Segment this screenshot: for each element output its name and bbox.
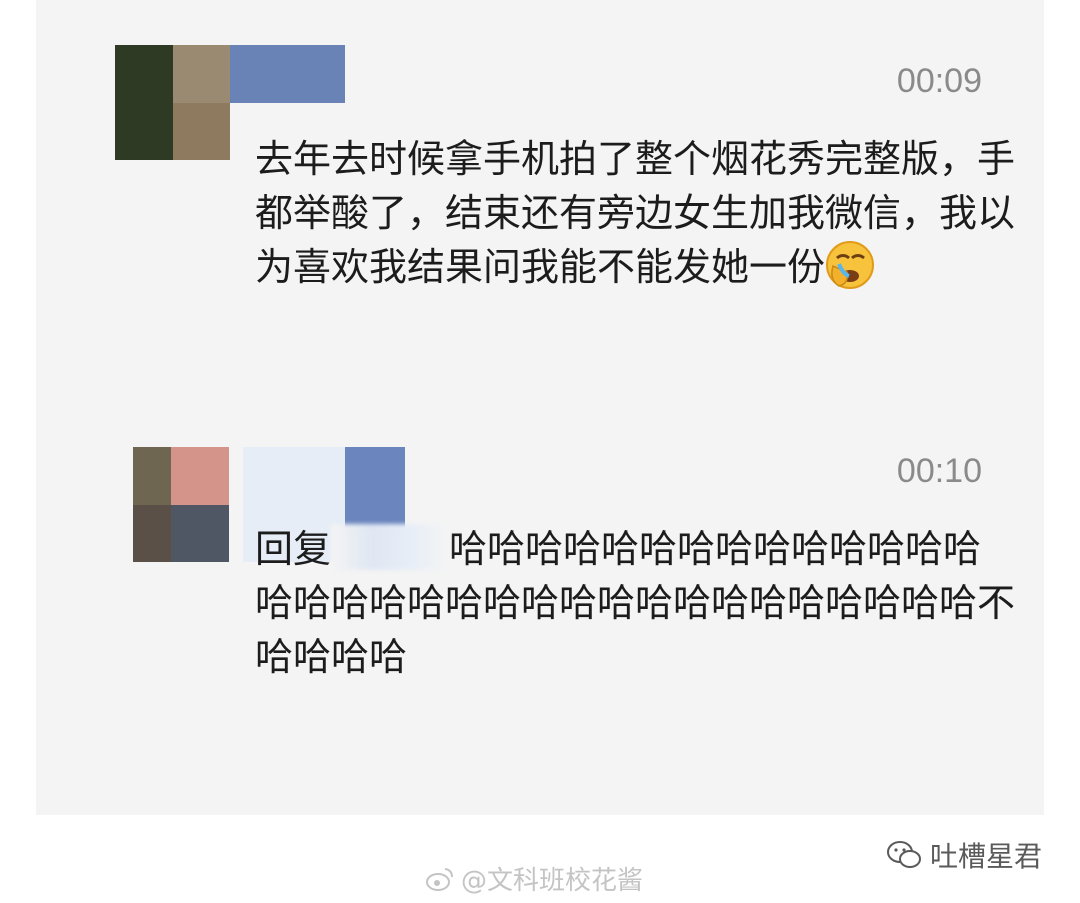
watermark-text: @文科班校花酱 bbox=[461, 866, 644, 896]
comment-text: 回复 哈哈哈哈哈哈哈哈哈哈哈哈哈哈哈哈哈哈哈哈哈哈哈哈哈哈哈哈哈哈哈哈哈不哈哈哈哈 bbox=[255, 522, 1015, 684]
reply-prefix: 回复 bbox=[255, 527, 332, 571]
face-holding-back-tears-icon bbox=[826, 241, 875, 289]
comment-text: 去年去时候拿手机拍了整个烟花秀完整版，手都举酸了，结束还有旁边女生加我微信，我以… bbox=[255, 132, 1015, 294]
blurred-username bbox=[331, 524, 450, 570]
wechat-icon bbox=[886, 841, 921, 868]
weibo-icon bbox=[426, 867, 453, 891]
comment-body: 去年去时候拿手机拍了整个烟花秀完整版，手都举酸了，结束还有旁边女生加我微信，我以… bbox=[255, 137, 1016, 289]
account-badge: 吐槽星君 bbox=[886, 835, 1042, 875]
watermark: @文科班校花酱 bbox=[425, 860, 643, 897]
account-name: 吐槽星君 bbox=[929, 840, 1042, 873]
comment-time: 00:09 bbox=[896, 62, 982, 100]
comment-time: 00:10 bbox=[896, 452, 982, 490]
